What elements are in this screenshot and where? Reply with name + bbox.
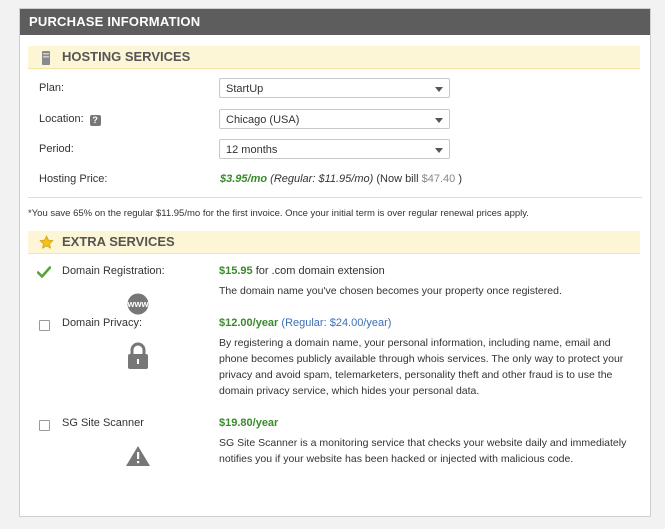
help-icon[interactable]: ?	[89, 115, 101, 126]
plan-label: Plan:	[39, 82, 65, 94]
domain-privacy-price: $12.00/year (Regular: $24.00/year)	[219, 317, 392, 329]
www-globe-icon: www	[125, 293, 151, 320]
plan-value: StartUp	[226, 83, 264, 95]
panel-title: PURCHASE INFORMATION	[20, 9, 650, 35]
domain-privacy-description: By registering a domain name, your perso…	[219, 337, 624, 397]
domain-registration-description: The domain name you've chosen becomes yo…	[219, 285, 562, 297]
period-value: 12 months	[226, 144, 278, 156]
hosting-price-regular: (Regular: $11.95/mo)	[270, 173, 374, 185]
lock-icon	[127, 342, 149, 375]
savings-note: *You save 65% on the regular $11.95/mo f…	[28, 208, 529, 219]
chevron-down-icon	[435, 148, 443, 153]
plan-select[interactable]: StartUp	[219, 78, 450, 98]
hosting-price: $3.95/mo (Regular: $11.95/mo) (Now bill …	[220, 173, 462, 185]
purchase-information-panel: PURCHASE INFORMATION HOSTING SERVICES Pl…	[19, 8, 651, 517]
period-label: Period:	[39, 143, 74, 155]
hosting-price-label: Hosting Price:	[39, 173, 108, 185]
hosting-services-section: HOSTING SERVICES	[28, 46, 640, 69]
checkmark-icon	[36, 265, 52, 283]
hosting-now-bill: (Now bill	[376, 173, 419, 185]
hosting-bill-amount: $47.40	[421, 173, 456, 185]
chevron-down-icon	[435, 87, 443, 92]
warning-icon	[125, 445, 151, 472]
chevron-down-icon	[435, 118, 443, 123]
domain-privacy-checkbox[interactable]	[39, 320, 50, 331]
extra-services-title: EXTRA SERVICES	[62, 234, 175, 249]
site-scanner-description: SG Site Scanner is a monitoring service …	[219, 437, 627, 465]
hosting-price-amount: $3.95/mo	[220, 173, 268, 185]
location-value: Chicago (USA)	[226, 114, 300, 126]
hosting-services-title: HOSTING SERVICES	[62, 49, 191, 64]
location-select[interactable]: Chicago (USA)	[219, 109, 450, 129]
star-icon	[39, 235, 54, 249]
divider	[28, 197, 642, 198]
period-select[interactable]: 12 months	[219, 139, 450, 159]
extra-services-section: EXTRA SERVICES	[28, 231, 640, 254]
domain-registration-label: Domain Registration:	[62, 265, 165, 277]
domain-registration-price: $15.95 for .com domain extension	[219, 265, 385, 277]
svg-text:www: www	[126, 299, 149, 309]
site-scanner-price: $19.80/year	[219, 417, 279, 429]
site-scanner-label: SG Site Scanner	[62, 417, 144, 429]
server-icon	[39, 50, 53, 65]
domain-privacy-label: Domain Privacy:	[62, 317, 143, 329]
site-scanner-checkbox[interactable]	[39, 420, 50, 431]
location-label: Location:?	[39, 113, 101, 126]
